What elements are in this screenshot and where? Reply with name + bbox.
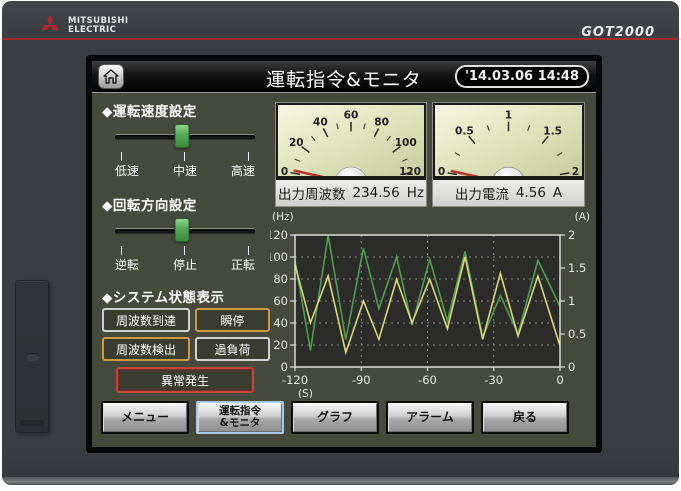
svg-text:80: 80 — [273, 272, 288, 286]
svg-text:-30: -30 — [484, 373, 503, 387]
svg-text:(S): (S) — [298, 388, 313, 398]
brand-text: MITSUBISHI ELECTRIC — [68, 16, 128, 35]
direction-label-reverse: 逆転 — [114, 258, 139, 272]
frequency-readout: 出力周波数 234.56 Hz — [276, 178, 426, 206]
bezel-accent-line — [2, 38, 679, 40]
status-frequency-detected[interactable]: 周波数検出 — [102, 337, 190, 361]
svg-text:-60: -60 — [418, 373, 437, 387]
svg-text:20: 20 — [273, 338, 288, 352]
mitsubishi-mark-icon — [41, 15, 59, 30]
svg-text:1: 1 — [505, 108, 512, 121]
current-readout: 出力電流 4.56 A — [433, 178, 584, 206]
speed-slider-handle[interactable] — [174, 124, 190, 148]
home-button[interactable] — [98, 64, 124, 89]
svg-text:(A): (A) — [575, 211, 590, 223]
device-bottom-edge — [2, 477, 679, 485]
status-overload[interactable]: 過負荷 — [195, 337, 270, 361]
lcd-screen-frame: 運転指令&モニタ '14.03.06 14:48 ◆運転速度設定 低速 中速 高… — [86, 55, 602, 453]
svg-text:0: 0 — [281, 166, 288, 178]
frequency-gauge: 0 20 40 60 80 100 120 — [276, 103, 426, 178]
nav-graph-button[interactable]: グラフ — [291, 401, 379, 434]
lcd-screen: 運転指令&モニタ '14.03.06 14:48 ◆運転速度設定 低速 中速 高… — [92, 61, 596, 447]
svg-text:-120: -120 — [282, 373, 308, 387]
brand-line2: ELECTRIC — [68, 24, 117, 35]
screen-content: ◆運転速度設定 低速 中速 高速 ◆回転方向設定 逆転 停止 正転 ◆システム状… — [92, 94, 596, 447]
interface-cover-door[interactable] — [15, 280, 49, 433]
status-frequency-reached[interactable]: 周波数到達 — [102, 308, 190, 332]
speed-slider-ticks — [115, 152, 255, 162]
frequency-gauge-panel: 0 20 40 60 80 100 120 出力周波数 234.56 Hz — [275, 102, 427, 207]
direction-label-forward: 正転 — [230, 258, 255, 272]
current-readout-label: 出力電流 — [454, 187, 509, 203]
nav-alarm-button[interactable]: アラーム — [386, 401, 474, 434]
hmi-device-bezel: MITSUBISHI ELECTRIC GOT2000 運転指令&モニタ '14… — [2, 1, 679, 485]
svg-text:0: 0 — [438, 165, 445, 178]
nav-menu-button[interactable]: メニュー — [101, 401, 189, 434]
svg-text:0.5: 0.5 — [568, 327, 586, 341]
svg-text:2: 2 — [572, 165, 579, 178]
svg-text:80: 80 — [374, 117, 389, 129]
direction-slider: 逆転 停止 正転 — [115, 216, 255, 272]
svg-text:40: 40 — [313, 117, 328, 129]
svg-text:0: 0 — [568, 360, 575, 374]
door-latch — [26, 353, 40, 361]
status-momentary-stop[interactable]: 瞬停 — [195, 308, 270, 332]
svg-text:0.5: 0.5 — [455, 124, 474, 137]
current-readout-value: 4.56 — [515, 185, 546, 201]
svg-text:40: 40 — [273, 316, 288, 330]
speed-label-high: 高速 — [230, 164, 255, 178]
svg-text:1: 1 — [568, 294, 575, 308]
datetime-display: '14.03.06 14:48 — [454, 65, 589, 88]
svg-text:60: 60 — [344, 109, 359, 121]
status-error-occurred[interactable]: 異常発生 — [116, 367, 254, 393]
status-section-title: ◆システム状態表示 — [102, 290, 225, 306]
home-icon — [103, 69, 119, 84]
svg-text:20: 20 — [289, 137, 304, 149]
trend-chart: 0 20 40 60 80 100 120 0 0.5 1 1.5 2 -120 -90 -60 -30 0 (H… — [266, 206, 592, 400]
svg-text:120: 120 — [270, 228, 288, 242]
brand-logo: MITSUBISHI ELECTRIC — [38, 15, 128, 36]
svg-text:0: 0 — [281, 360, 288, 374]
svg-text:-90: -90 — [352, 373, 371, 387]
current-readout-unit: A — [552, 185, 563, 201]
direction-label-stop: 停止 — [172, 258, 197, 272]
svg-text:1.5: 1.5 — [543, 124, 562, 137]
svg-text:2: 2 — [568, 228, 575, 242]
svg-text:100: 100 — [270, 250, 288, 264]
frequency-readout-unit: Hz — [406, 185, 424, 201]
svg-text:(Hz): (Hz) — [272, 211, 294, 223]
frequency-readout-label: 出力周波数 — [278, 187, 346, 203]
svg-text:120: 120 — [399, 166, 421, 178]
door-label — [20, 420, 44, 426]
frequency-readout-value: 234.56 — [352, 185, 400, 201]
svg-text:100: 100 — [395, 137, 417, 149]
speed-section-title: ◆運転速度設定 — [102, 104, 197, 120]
nav-operation-monitor-button[interactable]: 運転指令 &モニタ — [196, 401, 284, 434]
nav-button-row: メニュー 運転指令 &モニタ グラフ アラーム 戻る — [101, 401, 587, 434]
nav-back-button[interactable]: 戻る — [481, 401, 569, 434]
speed-slider: 低速 中速 高速 — [115, 122, 255, 178]
svg-text:60: 60 — [273, 294, 288, 308]
svg-text:1.5: 1.5 — [568, 261, 586, 275]
current-gauge-panel: 0 0.5 1 1.5 2 出力電流 4.56 A — [432, 102, 585, 207]
direction-slider-handle[interactable] — [174, 218, 190, 242]
speed-label-mid: 中速 — [172, 164, 197, 178]
speed-label-low: 低速 — [114, 164, 139, 178]
direction-section-title: ◆回転方向設定 — [102, 198, 197, 214]
current-gauge: 0 0.5 1 1.5 2 — [433, 103, 584, 178]
direction-slider-ticks — [115, 246, 255, 256]
svg-text:0: 0 — [556, 373, 563, 387]
